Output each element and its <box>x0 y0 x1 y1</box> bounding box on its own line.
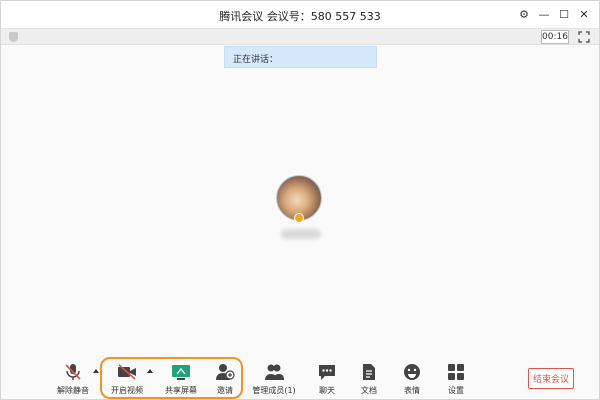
grid-settings-icon <box>448 364 464 380</box>
emoji-button[interactable]: 表情 <box>390 363 434 397</box>
microphone-muted-icon <box>65 364 81 380</box>
emoji-icon <box>404 364 420 380</box>
window-controls: ⚙ — ☐ ✕ <box>517 6 591 22</box>
speaking-label: 正在讲话： <box>233 55 279 65</box>
manage-members-button[interactable]: 管理成员(1) <box>251 363 297 397</box>
meeting-window: 腾讯会议 会议号：580 557 533 ⚙ — ☐ ✕ 00:16 正在讲话： <box>0 0 600 400</box>
participant-name-blurred <box>281 229 321 239</box>
chat-button[interactable]: 聊天 <box>305 363 349 397</box>
manage-members-label: 管理成员(1) <box>252 386 296 395</box>
meeting-timer: 00:16 <box>541 30 569 44</box>
window-title: 腾讯会议 会议号：580 557 533 <box>219 10 381 23</box>
settings-label: 设置 <box>448 386 464 395</box>
emoji-label: 表情 <box>404 386 420 395</box>
end-meeting-button[interactable]: 结束会议 <box>528 368 574 389</box>
title-bar: 腾讯会议 会议号：580 557 533 ⚙ — ☐ ✕ <box>1 1 599 28</box>
settings-gear-icon[interactable]: ⚙ <box>517 6 531 22</box>
document-icon <box>363 364 375 380</box>
chat-icon <box>319 365 335 380</box>
members-icon <box>265 364 284 380</box>
chat-label: 聊天 <box>319 386 335 395</box>
settings-button[interactable]: 设置 <box>434 363 478 397</box>
documents-button[interactable]: 文档 <box>347 363 391 397</box>
fullscreen-icon[interactable] <box>578 31 590 43</box>
unmute-button[interactable]: 解除静音 <box>51 363 95 397</box>
maximize-button[interactable]: ☐ <box>557 6 571 22</box>
participant-tile[interactable] <box>276 175 322 223</box>
highlight-annotation <box>100 357 243 399</box>
info-bar: 00:16 <box>1 28 599 45</box>
documents-label: 文档 <box>361 386 377 395</box>
minimize-button[interactable]: — <box>537 6 551 22</box>
close-button[interactable]: ✕ <box>577 6 591 22</box>
shield-icon[interactable] <box>9 32 18 42</box>
speaking-indicator: 正在讲话： <box>224 46 377 68</box>
unmute-label: 解除静音 <box>57 386 89 395</box>
audio-options-caret-icon[interactable] <box>93 369 99 373</box>
meeting-toolbar: 解除静音 开启视频 共享屏幕 邀请 管理成员(1) 聊天 文档 表情 设置 <box>1 357 599 399</box>
host-badge-icon <box>294 213 304 223</box>
